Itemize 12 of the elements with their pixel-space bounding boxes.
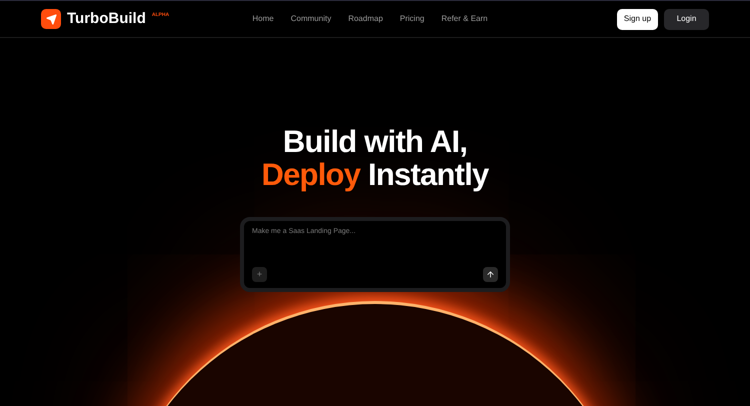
login-button[interactable]: Login bbox=[664, 8, 709, 30]
nav-link[interactable]: Roadmap bbox=[348, 13, 383, 25]
arrow-up-icon bbox=[486, 270, 495, 279]
nav-link[interactable]: Community bbox=[290, 13, 332, 25]
nav-link[interactable]: Home bbox=[252, 13, 274, 25]
sign-up-button[interactable]: Sign up bbox=[617, 8, 658, 30]
brand-name[interactable]: TurboBuild bbox=[67, 8, 146, 30]
send-button[interactable] bbox=[483, 267, 498, 282]
hero-heading: Build with AI, Deploy Instantly bbox=[261, 125, 489, 191]
nav-link[interactable]: Pricing bbox=[400, 13, 424, 25]
attach-button[interactable]: + bbox=[252, 267, 267, 282]
nav-link[interactable]: Refer & Earn bbox=[441, 13, 488, 25]
